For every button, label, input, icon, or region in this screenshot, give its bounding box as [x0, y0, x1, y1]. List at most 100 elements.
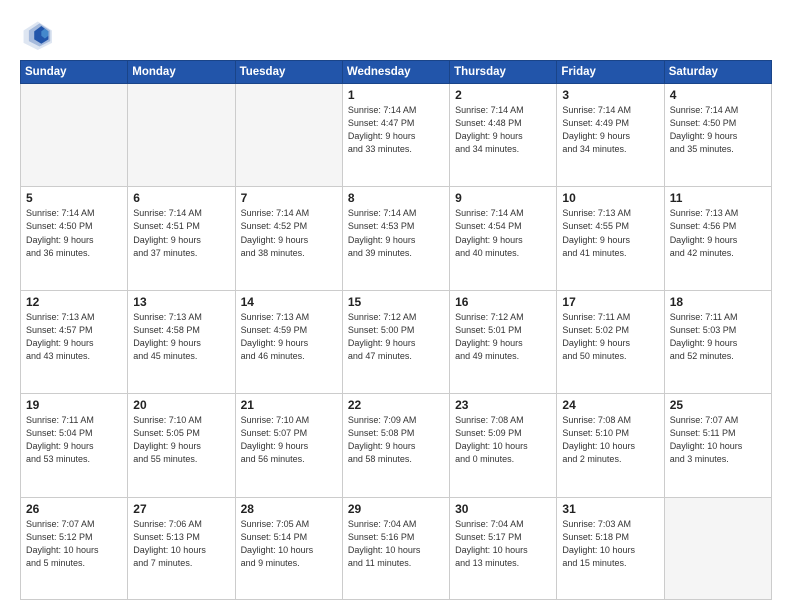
day-number: 30: [455, 502, 551, 516]
day-number: 10: [562, 191, 658, 205]
calendar: SundayMondayTuesdayWednesdayThursdayFrid…: [20, 60, 772, 600]
day-number: 15: [348, 295, 444, 309]
day-info: Sunrise: 7:14 AM Sunset: 4:48 PM Dayligh…: [455, 104, 551, 156]
day-info: Sunrise: 7:07 AM Sunset: 5:11 PM Dayligh…: [670, 414, 766, 466]
calendar-cell: 13Sunrise: 7:13 AM Sunset: 4:58 PM Dayli…: [128, 290, 235, 393]
calendar-cell: 8 Sunrise: 7:14 AM Sunset: 4:53 PM Daylig…: [342, 187, 449, 290]
calendar-cell: 3 Sunrise: 7:14 AM Sunset: 4:49 PM Daylig…: [557, 84, 664, 187]
day-info: Sunrise: 7:14 AM Sunset: 4:47 PM Dayligh…: [348, 104, 444, 156]
day-info: Sunrise: 7:04 AM Sunset: 5:17 PM Dayligh…: [455, 518, 551, 570]
day-number: 1: [348, 88, 444, 102]
calendar-cell: 2 Sunrise: 7:14 AM Sunset: 4:48 PM Daylig…: [450, 84, 557, 187]
weekday-header-row: SundayMondayTuesdayWednesdayThursdayFrid…: [21, 61, 772, 84]
day-info: Sunrise: 7:11 AM Sunset: 5:03 PM Dayligh…: [670, 311, 766, 363]
day-info: Sunrise: 7:10 AM Sunset: 5:07 PM Dayligh…: [241, 414, 337, 466]
day-info: Sunrise: 7:04 AM Sunset: 5:16 PM Dayligh…: [348, 518, 444, 570]
day-number: 8: [348, 191, 444, 205]
day-info: Sunrise: 7:14 AM Sunset: 4:54 PM Dayligh…: [455, 207, 551, 259]
calendar-cell: 29Sunrise: 7:04 AM Sunset: 5:16 PM Dayli…: [342, 497, 449, 599]
calendar-cell: 22Sunrise: 7:09 AM Sunset: 5:08 PM Dayli…: [342, 394, 449, 497]
calendar-cell: 20 Sunrise: 7:10 AM Sunset: 5:05 PM Dayli…: [128, 394, 235, 497]
day-number: 13: [133, 295, 229, 309]
day-info: Sunrise: 7:14 AM Sunset: 4:53 PM Dayligh…: [348, 207, 444, 259]
day-info: Sunrise: 7:14 AM Sunset: 4:51 PM Dayligh…: [133, 207, 229, 259]
calendar-cell: [21, 84, 128, 187]
day-info: Sunrise: 7:09 AM Sunset: 5:08 PM Dayligh…: [348, 414, 444, 466]
day-number: 16: [455, 295, 551, 309]
day-number: 12: [26, 295, 122, 309]
calendar-cell: 9 Sunrise: 7:14 AM Sunset: 4:54 PM Daylig…: [450, 187, 557, 290]
calendar-cell: 17 Sunrise: 7:11 AM Sunset: 5:02 PM Dayli…: [557, 290, 664, 393]
day-number: 6: [133, 191, 229, 205]
calendar-cell: 6 Sunrise: 7:14 AM Sunset: 4:51 PM Daylig…: [128, 187, 235, 290]
day-info: Sunrise: 7:14 AM Sunset: 4:50 PM Dayligh…: [670, 104, 766, 156]
calendar-cell: 30 Sunrise: 7:04 AM Sunset: 5:17 PM Dayli…: [450, 497, 557, 599]
weekday-header-monday: Monday: [128, 61, 235, 84]
day-number: 18: [670, 295, 766, 309]
day-info: Sunrise: 7:07 AM Sunset: 5:12 PM Dayligh…: [26, 518, 122, 570]
day-info: Sunrise: 7:12 AM Sunset: 5:01 PM Dayligh…: [455, 311, 551, 363]
calendar-cell: 21 Sunrise: 7:10 AM Sunset: 5:07 PM Dayli…: [235, 394, 342, 497]
day-info: Sunrise: 7:14 AM Sunset: 4:50 PM Dayligh…: [26, 207, 122, 259]
week-row-3: 12 Sunrise: 7:13 AM Sunset: 4:57 PM Dayli…: [21, 290, 772, 393]
calendar-cell: 11Sunrise: 7:13 AM Sunset: 4:56 PM Dayli…: [664, 187, 771, 290]
calendar-cell: [664, 497, 771, 599]
day-info: Sunrise: 7:13 AM Sunset: 4:56 PM Dayligh…: [670, 207, 766, 259]
day-number: 25: [670, 398, 766, 412]
day-number: 23: [455, 398, 551, 412]
weekday-header-thursday: Thursday: [450, 61, 557, 84]
day-number: 3: [562, 88, 658, 102]
day-info: Sunrise: 7:11 AM Sunset: 5:04 PM Dayligh…: [26, 414, 122, 466]
day-number: 14: [241, 295, 337, 309]
weekday-header-saturday: Saturday: [664, 61, 771, 84]
day-info: Sunrise: 7:06 AM Sunset: 5:13 PM Dayligh…: [133, 518, 229, 570]
logo-icon: [20, 18, 52, 50]
day-info: Sunrise: 7:03 AM Sunset: 5:18 PM Dayligh…: [562, 518, 658, 570]
logo: [20, 18, 56, 50]
calendar-cell: 28Sunrise: 7:05 AM Sunset: 5:14 PM Dayli…: [235, 497, 342, 599]
day-number: 21: [241, 398, 337, 412]
calendar-cell: 23 Sunrise: 7:08 AM Sunset: 5:09 PM Dayli…: [450, 394, 557, 497]
calendar-cell: 15 Sunrise: 7:12 AM Sunset: 5:00 PM Dayli…: [342, 290, 449, 393]
day-info: Sunrise: 7:10 AM Sunset: 5:05 PM Dayligh…: [133, 414, 229, 466]
day-info: Sunrise: 7:05 AM Sunset: 5:14 PM Dayligh…: [241, 518, 337, 570]
day-number: 19: [26, 398, 122, 412]
calendar-cell: [235, 84, 342, 187]
day-info: Sunrise: 7:13 AM Sunset: 4:57 PM Dayligh…: [26, 311, 122, 363]
calendar-cell: 31 Sunrise: 7:03 AM Sunset: 5:18 PM Dayli…: [557, 497, 664, 599]
day-info: Sunrise: 7:14 AM Sunset: 4:49 PM Dayligh…: [562, 104, 658, 156]
day-number: 4: [670, 88, 766, 102]
day-number: 9: [455, 191, 551, 205]
week-row-5: 26Sunrise: 7:07 AM Sunset: 5:12 PM Dayli…: [21, 497, 772, 599]
day-number: 17: [562, 295, 658, 309]
day-info: Sunrise: 7:08 AM Sunset: 5:09 PM Dayligh…: [455, 414, 551, 466]
week-row-4: 19 Sunrise: 7:11 AM Sunset: 5:04 PM Dayli…: [21, 394, 772, 497]
weekday-header-tuesday: Tuesday: [235, 61, 342, 84]
day-info: Sunrise: 7:08 AM Sunset: 5:10 PM Dayligh…: [562, 414, 658, 466]
calendar-cell: 24Sunrise: 7:08 AM Sunset: 5:10 PM Dayli…: [557, 394, 664, 497]
day-number: 2: [455, 88, 551, 102]
calendar-cell: 14 Sunrise: 7:13 AM Sunset: 4:59 PM Dayli…: [235, 290, 342, 393]
calendar-cell: 1 Sunrise: 7:14 AM Sunset: 4:47 PM Daylig…: [342, 84, 449, 187]
calendar-cell: 7 Sunrise: 7:14 AM Sunset: 4:52 PM Daylig…: [235, 187, 342, 290]
page: SundayMondayTuesdayWednesdayThursdayFrid…: [0, 0, 792, 612]
day-info: Sunrise: 7:12 AM Sunset: 5:00 PM Dayligh…: [348, 311, 444, 363]
calendar-cell: 5Sunrise: 7:14 AM Sunset: 4:50 PM Daylig…: [21, 187, 128, 290]
day-info: Sunrise: 7:14 AM Sunset: 4:52 PM Dayligh…: [241, 207, 337, 259]
weekday-header-sunday: Sunday: [21, 61, 128, 84]
day-number: 7: [241, 191, 337, 205]
day-info: Sunrise: 7:11 AM Sunset: 5:02 PM Dayligh…: [562, 311, 658, 363]
calendar-cell: 10 Sunrise: 7:13 AM Sunset: 4:55 PM Dayli…: [557, 187, 664, 290]
calendar-cell: 27 Sunrise: 7:06 AM Sunset: 5:13 PM Dayli…: [128, 497, 235, 599]
week-row-1: 1 Sunrise: 7:14 AM Sunset: 4:47 PM Daylig…: [21, 84, 772, 187]
calendar-cell: 12 Sunrise: 7:13 AM Sunset: 4:57 PM Dayli…: [21, 290, 128, 393]
header: [20, 18, 772, 50]
weekday-header-wednesday: Wednesday: [342, 61, 449, 84]
day-number: 31: [562, 502, 658, 516]
day-info: Sunrise: 7:13 AM Sunset: 4:59 PM Dayligh…: [241, 311, 337, 363]
day-number: 20: [133, 398, 229, 412]
day-info: Sunrise: 7:13 AM Sunset: 4:55 PM Dayligh…: [562, 207, 658, 259]
day-number: 27: [133, 502, 229, 516]
calendar-cell: 25 Sunrise: 7:07 AM Sunset: 5:11 PM Dayli…: [664, 394, 771, 497]
calendar-cell: 4 Sunrise: 7:14 AM Sunset: 4:50 PM Daylig…: [664, 84, 771, 187]
